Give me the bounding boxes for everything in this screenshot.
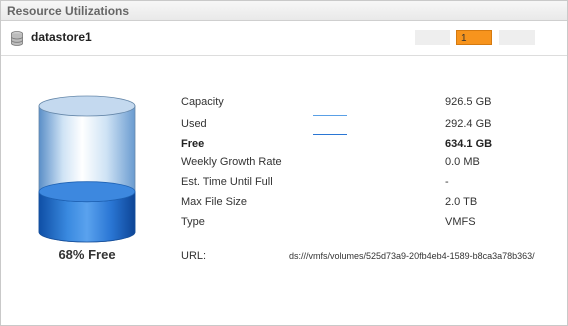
pager-next-button[interactable] — [499, 30, 535, 45]
used-label: Used — [181, 118, 207, 130]
max-file-size-value: 2.0 TB — [445, 196, 478, 208]
pager-current-page[interactable]: 1 — [456, 30, 492, 45]
capacity-value: 926.5 GB — [445, 96, 492, 108]
resource-utilizations-panel: Resource Utilizations datastore1 1 68% F… — [0, 0, 568, 326]
free-legend-swatch — [313, 134, 347, 135]
used-legend-swatch — [313, 115, 347, 116]
panel-title: Resource Utilizations — [7, 4, 130, 18]
url-label: URL: — [181, 250, 207, 262]
datastore-row: datastore1 1 — [1, 21, 567, 56]
time-until-full-value: - — [445, 176, 449, 188]
used-value: 292.4 GB — [445, 118, 492, 130]
capacity-label: Capacity — [181, 96, 224, 108]
weekly-growth-value: 0.0 MB — [445, 156, 480, 168]
database-icon — [11, 31, 23, 46]
pager-previous-button[interactable] — [415, 30, 450, 45]
panel-header: Resource Utilizations — [1, 1, 567, 21]
free-percentage-label: 68% Free — [58, 247, 116, 262]
free-label: Free — [181, 138, 205, 150]
type-value: VMFS — [445, 216, 476, 228]
max-file-size-label: Max File Size — [181, 196, 248, 208]
capacity-cylinder-gauge — [38, 95, 136, 243]
cylinder-top — [38, 95, 136, 117]
cylinder-fill-surface — [38, 181, 136, 203]
datastore-name: datastore1 — [31, 30, 92, 44]
weekly-growth-label: Weekly Growth Rate — [181, 156, 282, 168]
free-value: 634.1 GB — [445, 138, 493, 150]
time-until-full-label: Est. Time Until Full — [181, 176, 273, 188]
url-value: ds:///vmfs/volumes/525d73a9-20fb4eb4-158… — [289, 251, 535, 261]
type-label: Type — [181, 216, 205, 228]
